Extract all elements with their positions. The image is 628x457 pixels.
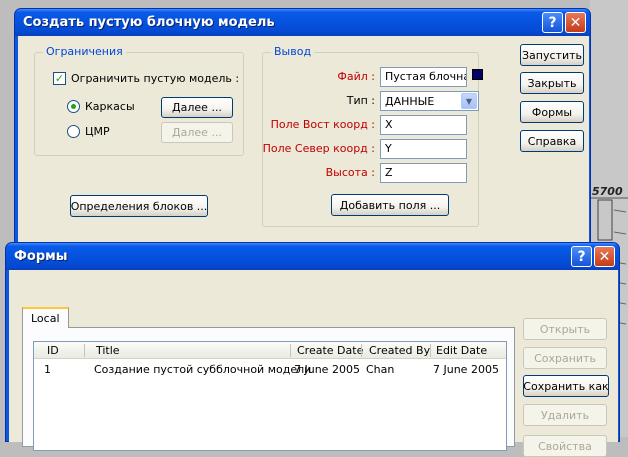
height-input[interactable]: Z: [380, 163, 467, 183]
drawing-label-5700: 5700: [592, 185, 623, 198]
cell-id: 1: [44, 363, 51, 376]
limits-group: Ограничения ✓ Ограничить пустую модель :…: [34, 45, 244, 156]
file-input[interactable]: Пустая блочная: [380, 67, 467, 87]
wireframes-next-button[interactable]: Далее ...: [161, 97, 233, 118]
dtm-radio[interactable]: [67, 125, 80, 138]
create-dialog-title: Создать пустую блочную модель: [23, 15, 275, 30]
forms-dialog-client: Local ID Title Create Date Created By Ed…: [9, 270, 618, 457]
forms-list-header: ID Title Create Date Created By Edit Dat…: [34, 342, 506, 359]
column-header-created-by[interactable]: Created By: [369, 344, 430, 357]
height-label: Высота :: [325, 166, 375, 179]
cell-edit-date: 7 June 2005: [433, 363, 499, 376]
limit-model-label: Ограничить пустую модель :: [71, 72, 240, 85]
save-as-button[interactable]: Сохранить как: [523, 375, 609, 397]
limit-model-checkbox[interactable]: ✓: [53, 72, 66, 85]
forms-button[interactable]: Формы: [520, 101, 584, 123]
east-coord-input[interactable]: X: [380, 115, 467, 135]
close-icon[interactable]: ✕: [565, 12, 586, 33]
add-fields-button[interactable]: Добавить поля ...: [331, 194, 449, 216]
help-button[interactable]: Справка: [520, 130, 584, 152]
cell-title: Создание пустой субблочной модели: [94, 363, 312, 376]
dtm-label: ЦМР: [85, 125, 110, 138]
cell-create-date: 7 June 2005: [294, 363, 360, 376]
output-group-label: Вывод: [271, 45, 315, 58]
wireframes-radio[interactable]: [67, 100, 80, 113]
wireframes-label: Каркасы: [85, 100, 135, 113]
output-group: Вывод Файл : Пустая блочная Тип : ДАННЫЕ…: [262, 45, 483, 227]
type-label: Тип :: [346, 94, 375, 107]
forms-dialog-titlebar[interactable]: Формы ? ✕: [6, 243, 619, 270]
tab-local[interactable]: Local: [22, 307, 69, 328]
forms-dialog: Формы ? ✕ Local ID Title Create Date Cre…: [5, 242, 620, 457]
column-header-id[interactable]: ID: [47, 344, 59, 357]
file-label: Файл :: [337, 70, 375, 83]
column-header-edit-date[interactable]: Edit Date: [436, 344, 487, 357]
column-header-create-date[interactable]: Create Date: [297, 344, 363, 357]
chevron-down-icon[interactable]: ▼: [461, 93, 477, 109]
save-button[interactable]: Сохранить: [523, 347, 607, 369]
type-select-value: ДАННЫЕ: [385, 95, 435, 108]
forms-list: ID Title Create Date Created By Edit Dat…: [33, 341, 507, 451]
column-header-title[interactable]: Title: [96, 344, 120, 357]
help-icon[interactable]: ?: [571, 246, 592, 267]
delete-button[interactable]: Удалить: [523, 404, 607, 426]
forms-dialog-title: Формы: [14, 249, 68, 264]
limits-group-label: Ограничения: [43, 45, 126, 58]
create-block-model-dialog: Создать пустую блочную модель ? ✕ Ограни…: [14, 8, 591, 246]
properties-button[interactable]: Свойства: [523, 435, 607, 457]
north-coord-input[interactable]: Y: [380, 139, 467, 159]
block-definitions-button[interactable]: Определения блоков ...: [70, 195, 208, 217]
run-button[interactable]: Запустить: [520, 44, 584, 66]
east-coord-label: Поле Вост коорд :: [270, 118, 375, 131]
north-coord-label: Поле Север коорд :: [262, 142, 375, 155]
dtm-next-button[interactable]: Далее ...: [161, 122, 233, 143]
create-dialog-titlebar[interactable]: Создать пустую блочную модель ? ✕: [15, 9, 590, 36]
help-icon[interactable]: ?: [542, 12, 563, 33]
close-icon[interactable]: ✕: [594, 246, 615, 267]
color-swatch[interactable]: [472, 69, 483, 80]
type-select[interactable]: ДАННЫЕ ▼: [380, 91, 479, 111]
create-dialog-client: Ограничения ✓ Ограничить пустую модель :…: [18, 36, 589, 244]
open-button[interactable]: Открыть: [523, 318, 607, 340]
close-button[interactable]: Закрыть: [520, 72, 584, 94]
cell-created-by: Chan: [366, 363, 395, 376]
table-row[interactable]: 1 Создание пустой субблочной модели 7 Ju…: [34, 363, 506, 379]
